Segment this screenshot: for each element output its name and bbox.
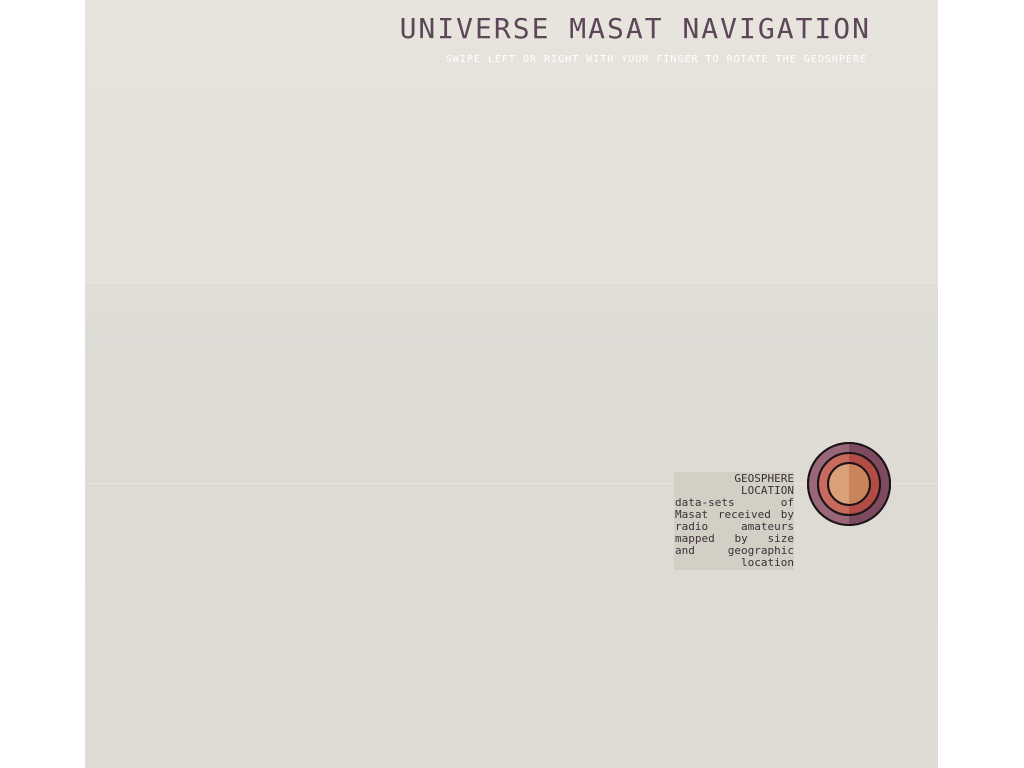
geosphere-stage[interactable]: UNIVERSE MASAT NAVIGATION SWIPE LEFT OR …	[85, 0, 938, 768]
geosphere-icon[interactable]	[805, 440, 893, 528]
legend-description: data-sets of Masat received by radio ama…	[675, 496, 794, 569]
legend-heading: GEOSPHERE LOCATION	[734, 472, 794, 497]
page-title: UNIVERSE MASAT NAVIGATION	[399, 12, 871, 45]
geosphere-icon-graphic	[807, 442, 891, 526]
geosphere-legend: GEOSPHERE LOCATION data-sets of Masat re…	[674, 472, 794, 570]
page-subtitle: SWIPE LEFT OR RIGHT WITH YOUR FINGER TO …	[445, 54, 867, 65]
divider	[85, 283, 938, 284]
